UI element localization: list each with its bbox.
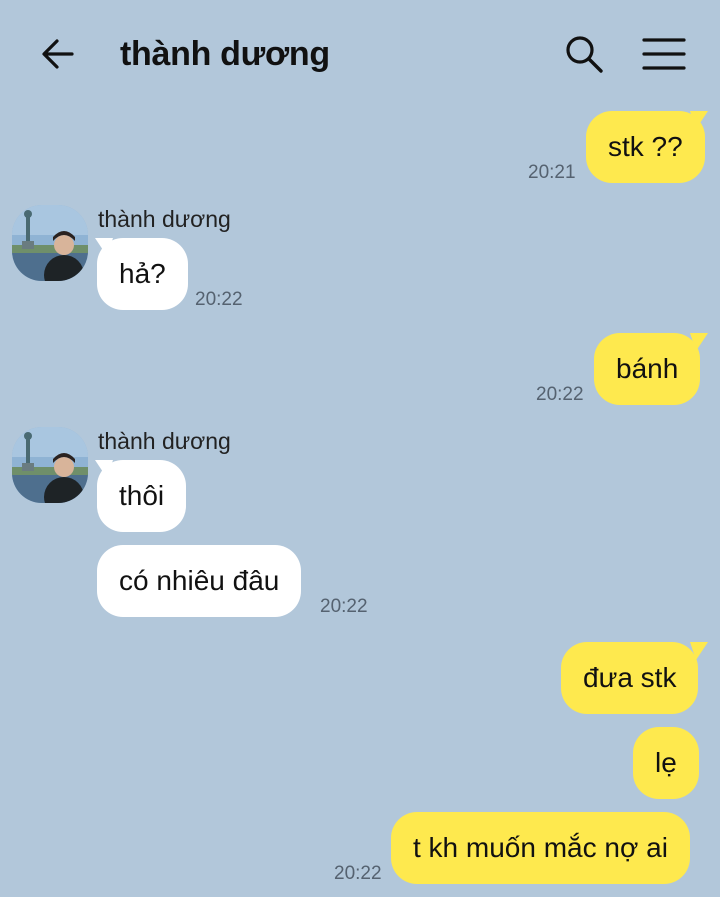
message-time: 20:22 xyxy=(320,596,368,617)
outgoing-message-bubble[interactable]: đưa stk xyxy=(561,642,699,714)
avatar-photo-icon xyxy=(12,427,88,503)
sender-name: thành dương xyxy=(98,206,231,232)
message-list: 20:21 stk ?? thành dương hả? 20:22 20:22… xyxy=(0,0,720,897)
avatar[interactable] xyxy=(12,205,88,281)
message-time: 20:22 xyxy=(195,289,243,310)
bubble-tail xyxy=(690,642,708,660)
sender-name: thành dương xyxy=(98,428,231,454)
outgoing-message-bubble[interactable]: lẹ xyxy=(633,727,699,799)
bubble-tail xyxy=(690,111,708,129)
message-time: 20:22 xyxy=(334,863,382,884)
incoming-message-bubble[interactable]: có nhiêu đâu xyxy=(97,545,302,617)
outgoing-message-bubble[interactable]: stk ?? xyxy=(586,111,705,183)
message-time: 20:22 xyxy=(536,384,584,405)
avatar[interactable] xyxy=(12,427,88,503)
avatar-photo-icon xyxy=(12,205,88,281)
bubble-tail xyxy=(690,333,708,351)
outgoing-message-bubble[interactable]: t kh muốn mắc nợ ai xyxy=(391,812,690,884)
incoming-message-bubble[interactable]: thôi xyxy=(97,460,187,532)
message-time: 20:21 xyxy=(528,162,576,183)
incoming-message-bubble[interactable]: hả? xyxy=(97,238,188,310)
outgoing-message-bubble[interactable]: bánh xyxy=(594,333,701,405)
